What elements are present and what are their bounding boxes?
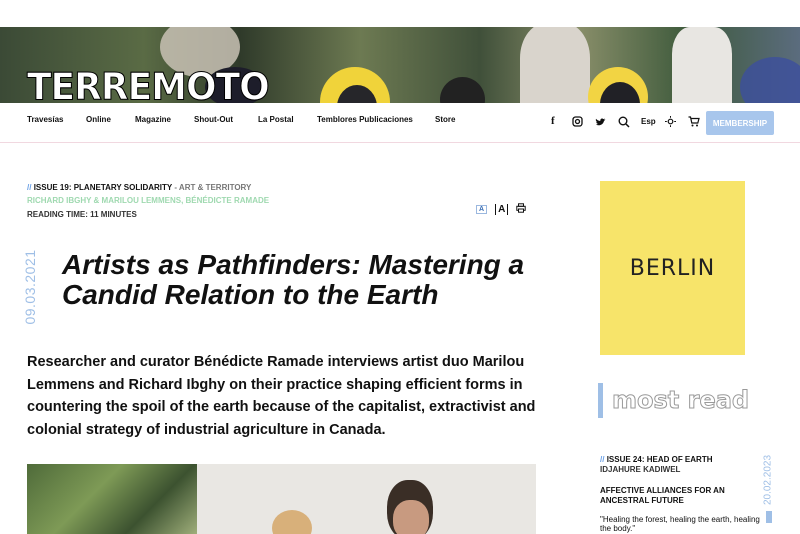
photo-wall [197,464,536,534]
search-icon[interactable] [618,116,630,131]
photo-person-face [393,500,429,534]
banner-figure [672,27,732,103]
most-read-issue-link[interactable]: ISSUE 24: HEAD OF EARTH [607,455,713,464]
header-banner: TERREMOTO [0,27,800,103]
nav-item-travesias[interactable]: Travesías [27,115,63,124]
ad-text: BERLIN [629,255,716,281]
most-read-issue-prefix: // [600,455,605,464]
most-read-accent-tick [766,511,772,523]
membership-button[interactable]: MEMBERSHIP [706,111,774,135]
nav-item-temblores[interactable]: Temblores Publicaciones [317,115,413,124]
article-title: Artists as Pathfinders: Mastering a Cand… [62,249,525,310]
nav-item-la-postal[interactable]: La Postal [258,115,294,124]
sidebar-ad[interactable]: BERLIN [600,181,745,355]
language-switch[interactable]: Esp [641,117,656,126]
most-read-issue: // ISSUE 24: HEAD OF EARTH [600,455,712,464]
most-read-author[interactable]: IDJAHURE KADIWEL [600,465,680,474]
category-link[interactable]: - ART & TERRITORY [174,183,251,192]
sun-icon[interactable] [665,116,676,130]
reading-time: READING TIME: 11 MINUTES [27,210,137,219]
article-date-text: 09.03.2021 [22,249,38,325]
font-size-large-button[interactable]: A [495,203,509,215]
article-date: 09.03.2021 [21,249,39,325]
banner-figure [440,77,485,103]
banner-figure [520,27,590,103]
main-nav: Travesías Online Magazine Shout-Out La P… [0,103,800,143]
issue-link[interactable]: ISSUE 19: PLANETARY SOLIDARITY [34,183,172,192]
issue-prefix: // [27,183,32,192]
nav-item-online[interactable]: Online [86,115,111,124]
most-read-title[interactable]: AFFECTIVE ALLIANCES FOR AN ANCESTRAL FUT… [600,486,750,506]
nav-item-shout-out[interactable]: Shout-Out [194,115,233,124]
article-lead: Researcher and curator Bénédicte Ramade … [27,354,536,438]
facebook-icon[interactable]: f [551,116,555,127]
site-logo[interactable]: TERREMOTO [27,68,271,103]
banner-figure [740,57,800,103]
font-size-small-button[interactable]: A [476,204,488,214]
most-read-quote: "Healing the forest, healing the earth, … [600,515,760,533]
photo-foliage [27,464,197,534]
article-tools: A A [476,203,526,215]
article-photo [27,464,536,534]
twitter-icon[interactable] [595,116,607,130]
most-read-heading: most read [611,386,750,415]
article-issue-line: // ISSUE 19: PLANETARY SOLIDARITY - ART … [27,183,251,192]
cart-icon[interactable] [688,116,700,130]
most-read-date: 20.02.2023 [760,452,776,508]
nav-item-store[interactable]: Store [435,115,455,124]
instagram-icon[interactable] [572,116,583,130]
most-read-date-text: 20.02.2023 [762,454,774,506]
most-read-accent [598,383,603,418]
article-authors[interactable]: RICHARD IBGHY & MARILOU LEMMENS, BÉNÉDIC… [27,196,269,205]
nav-item-magazine[interactable]: Magazine [135,115,171,124]
print-icon[interactable] [516,203,526,215]
